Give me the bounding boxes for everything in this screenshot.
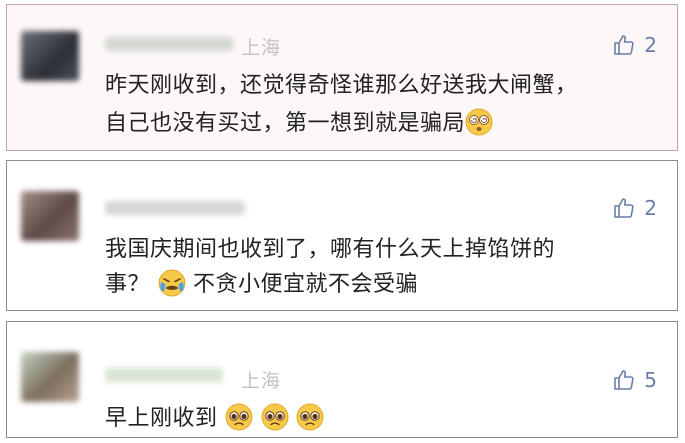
pleading-face-emoji <box>225 403 253 431</box>
comment-text-line: 早上刚收到 <box>105 400 324 432</box>
comment-card: 2 我国庆期间也收到了，哪有什么天上掉馅饼的 事？ 不贪小便宜就不会受骗 <box>6 160 678 311</box>
like-button[interactable]: 5 <box>612 368 657 392</box>
comment-text-line: 事？ 不贪小便宜就不会受骗 <box>105 266 418 298</box>
location-label: 上海 <box>241 37 282 59</box>
username-blurred[interactable] <box>105 201 245 215</box>
thumbs-up-icon[interactable] <box>612 368 636 392</box>
username-blurred[interactable] <box>105 37 233 51</box>
like-button[interactable]: 2 <box>612 196 657 220</box>
avatar[interactable] <box>21 191 79 241</box>
comment-text-line: 昨天刚收到，还觉得奇怪谁那么好送我大闸蟹， <box>105 73 578 98</box>
like-button[interactable]: 2 <box>612 33 657 57</box>
comment-card: 上海 5 早上刚收到 <box>6 321 678 438</box>
username-blurred[interactable] <box>105 368 223 382</box>
like-count: 2 <box>644 33 657 57</box>
like-count: 5 <box>644 368 657 392</box>
pleading-face-emoji <box>296 403 324 431</box>
crying-face-emoji <box>158 269 186 297</box>
dizzy-face-emoji <box>465 108 493 136</box>
pleading-face-emoji <box>261 403 289 431</box>
avatar[interactable] <box>21 352 79 402</box>
comment-card: 上海 2 昨天刚收到，还觉得奇怪谁那么好送我大闸蟹， 自己也没有买过，第一想到就… <box>6 4 678 151</box>
avatar[interactable] <box>21 31 79 81</box>
thumbs-up-icon[interactable] <box>612 196 636 220</box>
location-label: 上海 <box>241 370 282 392</box>
thumbs-up-icon[interactable] <box>612 33 636 57</box>
like-count: 2 <box>644 196 657 220</box>
comment-text-line: 自己也没有买过，第一想到就是骗局 <box>105 105 493 137</box>
comment-text-line: 我国庆期间也收到了，哪有什么天上掉馅饼的 <box>105 237 556 262</box>
